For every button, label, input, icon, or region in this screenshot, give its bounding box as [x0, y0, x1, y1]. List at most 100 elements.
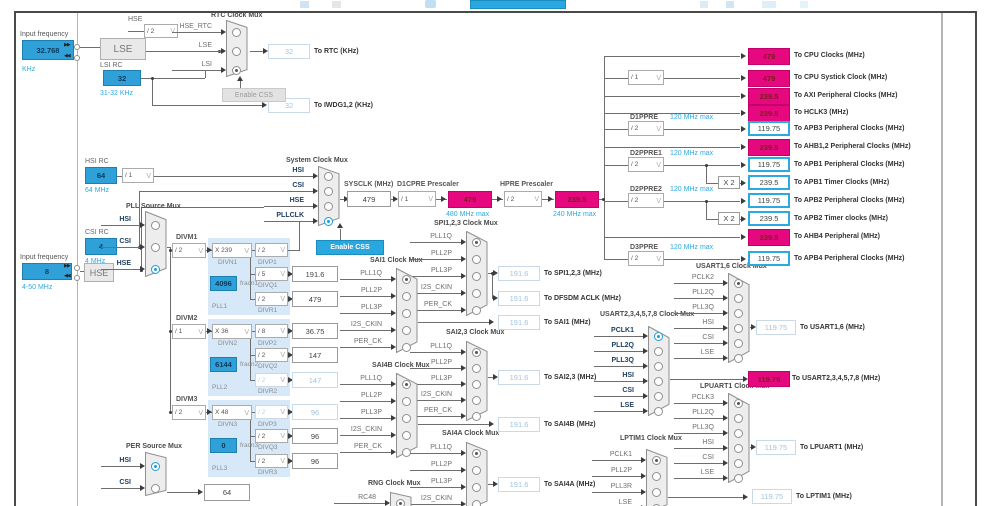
- mux-input-radio[interactable]: [232, 66, 241, 75]
- pll-div-dropdown[interactable]: / 2 ⋁: [255, 454, 288, 468]
- mux-input-radio[interactable]: [734, 444, 743, 453]
- mux-input-radio[interactable]: [472, 466, 481, 475]
- mux-input-radio[interactable]: [734, 279, 743, 288]
- toolbar-icon-3[interactable]: [425, 0, 436, 8]
- mux-input-radio[interactable]: [151, 462, 160, 471]
- mux-input-radio[interactable]: [654, 332, 663, 341]
- mux-input-radio[interactable]: [734, 399, 743, 408]
- bus-clock-output-box[interactable]: 119.75: [748, 157, 790, 172]
- pll-div-dropdown[interactable]: / 2 ⋁: [255, 429, 288, 443]
- mux-input-radio[interactable]: [324, 187, 333, 196]
- mux-input-radio[interactable]: [652, 456, 661, 465]
- mux-input-radio[interactable]: [232, 47, 241, 56]
- bus-clock-output-box[interactable]: 119.75: [748, 251, 790, 266]
- mux-input-radio[interactable]: [734, 339, 743, 348]
- rtc-enable-css-button[interactable]: Enable CSS: [222, 88, 286, 102]
- divm-dropdown[interactable]: / 1 ⋁: [172, 324, 206, 339]
- mux-input-radio[interactable]: [734, 474, 743, 483]
- d1cpre-dropdown[interactable]: / 1 ⋁: [398, 191, 436, 207]
- divm-dropdown[interactable]: / 2 ⋁: [172, 405, 206, 420]
- hpre-dropdown[interactable]: / 2 ⋁: [504, 191, 542, 207]
- mux-input-radio[interactable]: [402, 380, 411, 389]
- mux-input-radio[interactable]: [734, 309, 743, 318]
- bus-clock-output-box[interactable]: 119.75: [748, 193, 790, 208]
- mux-input-radio[interactable]: [654, 377, 663, 386]
- toolbar-icon-6[interactable]: [762, 1, 776, 8]
- pll-div-dropdown[interactable]: / 2 ⋁: [255, 348, 288, 362]
- divn-dropdown[interactable]: X 239 ⋁: [212, 243, 252, 258]
- sys-enable-css-button[interactable]: Enable CSS: [316, 240, 384, 255]
- mux-input-radio[interactable]: [652, 472, 661, 481]
- mux-input-radio[interactable]: [472, 348, 481, 357]
- bus-clock-output-box[interactable]: 119.75: [748, 121, 790, 136]
- hsi-divider-dropdown[interactable]: / 1 ⋁: [122, 168, 154, 183]
- mux-input-radio[interactable]: [472, 255, 481, 264]
- mux-input-radio[interactable]: [734, 324, 743, 333]
- mux-input-radio[interactable]: [151, 243, 160, 252]
- mux-input-radio[interactable]: [151, 265, 160, 274]
- mux-input-radio[interactable]: [324, 217, 333, 226]
- mux-input-radio[interactable]: [402, 326, 411, 335]
- mux-input-radio[interactable]: [402, 275, 411, 284]
- mux-input-radio[interactable]: [402, 414, 411, 423]
- toolbar-primary-button[interactable]: [470, 0, 566, 9]
- mux-input-radio[interactable]: [151, 484, 160, 493]
- pll-div-dropdown[interactable]: / 8 ⋁: [255, 324, 288, 338]
- toolbar-icon-2[interactable]: [332, 1, 341, 8]
- bus-clock-output-box[interactable]: 239.5: [748, 175, 790, 190]
- mux-input-radio[interactable]: [734, 354, 743, 363]
- mux-input-radio[interactable]: [402, 431, 411, 440]
- mux-input-radio[interactable]: [472, 449, 481, 458]
- mux-input-radio[interactable]: [472, 396, 481, 405]
- divm-dropdown[interactable]: / 2 ⋁: [172, 243, 206, 258]
- fracn-box[interactable]: 0: [210, 438, 237, 453]
- mux-input-radio[interactable]: [472, 412, 481, 421]
- arrowhead-icon: [489, 421, 494, 427]
- mux-input-radio[interactable]: [402, 292, 411, 301]
- divn-dropdown[interactable]: X 48 ⋁: [212, 405, 252, 420]
- bus-clock-output-box[interactable]: 239.5: [748, 211, 790, 226]
- mux-input-radio[interactable]: [734, 459, 743, 468]
- prescaler-dropdown[interactable]: / 1 ⋁: [628, 70, 664, 85]
- prescaler-dropdown[interactable]: / 2 ⋁: [628, 121, 664, 136]
- mux-input-radio[interactable]: [472, 306, 481, 315]
- pll-div-dropdown[interactable]: / 5 ⋁: [255, 267, 288, 281]
- mux-input-radio[interactable]: [654, 407, 663, 416]
- mux-input-radio[interactable]: [402, 309, 411, 318]
- toolbar-icon-5[interactable]: [726, 1, 734, 8]
- mux-input-radio[interactable]: [652, 488, 661, 497]
- toolbar-icon-7[interactable]: [800, 1, 808, 8]
- mux-input-radio[interactable]: [324, 172, 333, 181]
- prescaler-dropdown[interactable]: / 2 ⋁: [628, 193, 664, 208]
- mux-input-radio[interactable]: [396, 499, 405, 506]
- pll-div-dropdown[interactable]: / 2 ⋁: [255, 373, 288, 387]
- mux-input-radio[interactable]: [734, 429, 743, 438]
- toolbar-icon-1[interactable]: [300, 1, 309, 8]
- toolbar-icon-4[interactable]: [700, 1, 708, 8]
- mux-input-radio[interactable]: [472, 238, 481, 247]
- lsi-value-box[interactable]: 32: [103, 70, 141, 86]
- mux-input-radio[interactable]: [472, 289, 481, 298]
- mux-input-radio[interactable]: [654, 392, 663, 401]
- mux-input-radio[interactable]: [734, 414, 743, 423]
- prescaler-dropdown[interactable]: / 2 ⋁: [628, 251, 664, 266]
- fracn-box[interactable]: 6144: [210, 357, 237, 372]
- mux-input-radio[interactable]: [472, 483, 481, 492]
- prescaler-dropdown[interactable]: / 2 ⋁: [628, 157, 664, 172]
- pll-div-dropdown[interactable]: / 2 ⋁: [255, 405, 288, 419]
- pll-div-dropdown[interactable]: / 2 ⋁: [255, 243, 288, 257]
- mux-input-radio[interactable]: [472, 380, 481, 389]
- divn-dropdown[interactable]: X 36 ⋁: [212, 324, 252, 339]
- mux-input-radio[interactable]: [402, 397, 411, 406]
- mux-input-radio[interactable]: [734, 294, 743, 303]
- mux-input-radio[interactable]: [472, 364, 481, 373]
- fracn-box[interactable]: 4096: [210, 276, 237, 291]
- mux-input-radio[interactable]: [472, 500, 481, 506]
- pll-div-dropdown[interactable]: / 2 ⋁: [255, 292, 288, 306]
- mux-input-radio[interactable]: [654, 362, 663, 371]
- mux-input-radio[interactable]: [654, 347, 663, 356]
- mux-input-radio[interactable]: [232, 28, 241, 37]
- mux-input-radio[interactable]: [151, 221, 160, 230]
- mux-input-radio[interactable]: [472, 272, 481, 281]
- mux-input-radio[interactable]: [324, 202, 333, 211]
